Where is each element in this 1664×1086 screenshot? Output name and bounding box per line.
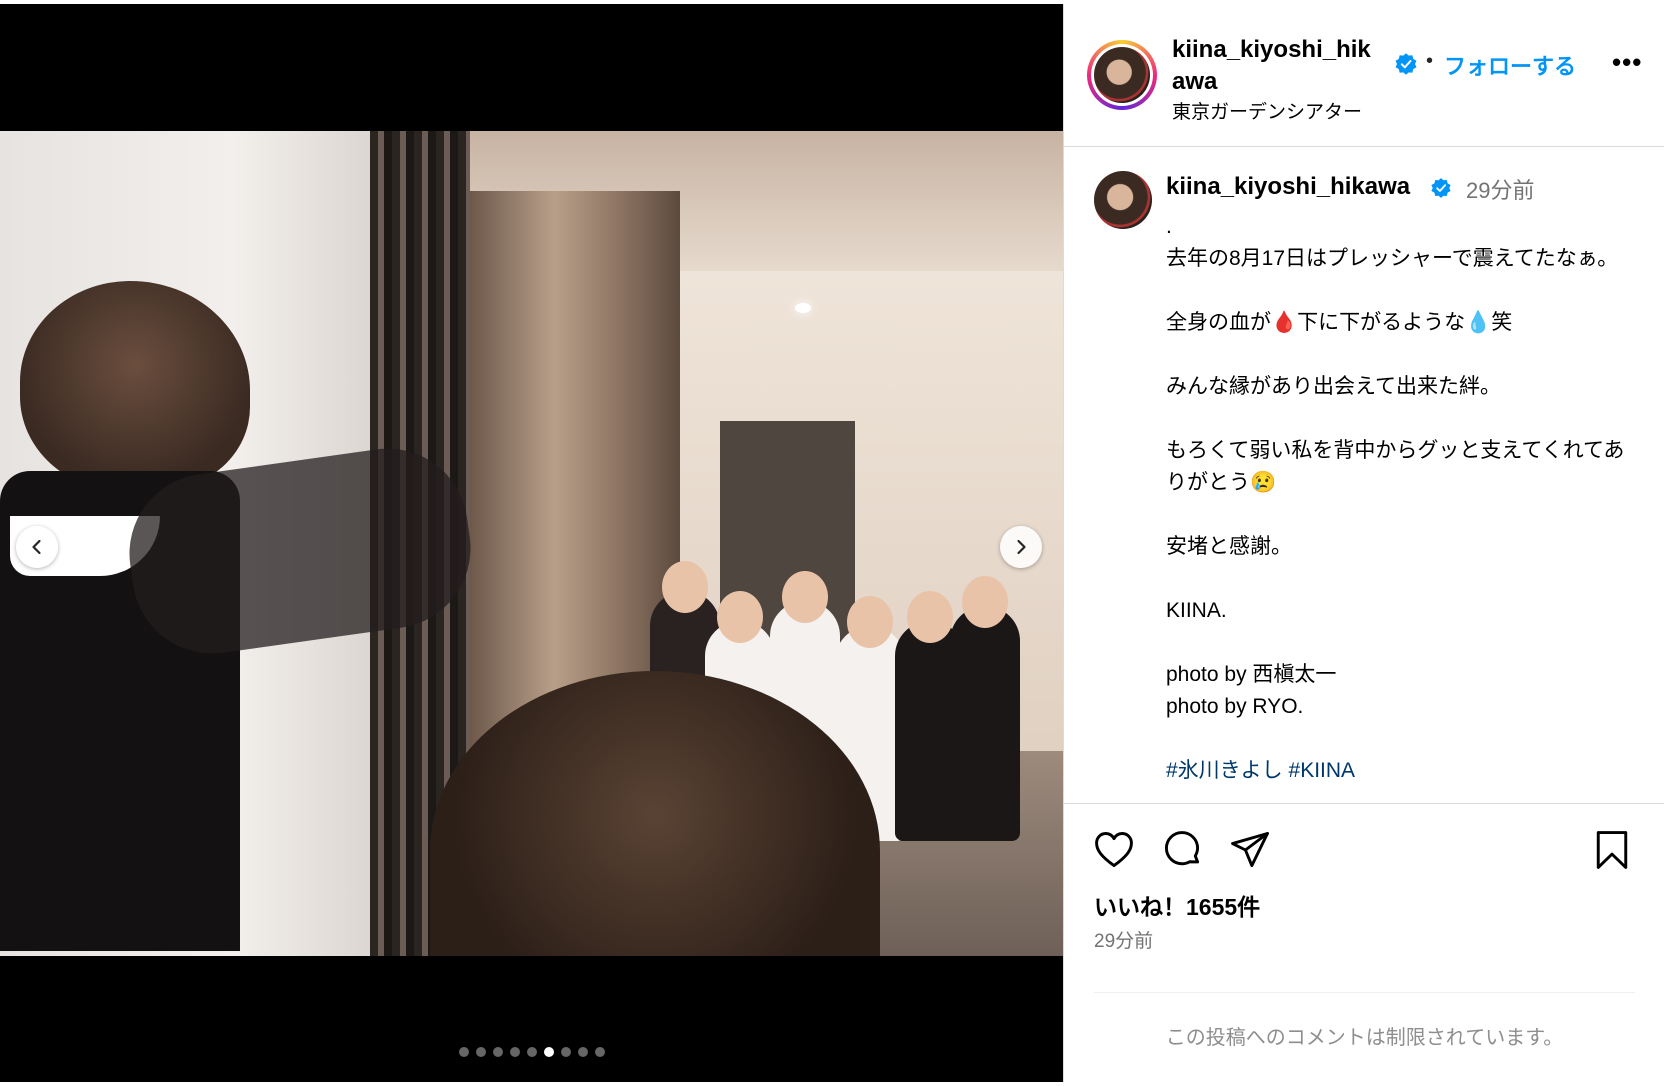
- share-icon[interactable]: [1228, 828, 1272, 872]
- carousel-dot: [475, 1047, 486, 1057]
- carousel-dot: [594, 1047, 605, 1057]
- chevron-left-icon: [32, 539, 41, 555]
- carousel-dot: [509, 1047, 520, 1057]
- caption-line: photo by 西槇太一: [1166, 663, 1337, 686]
- caption-line[interactable]: #氷川きよし #KIINA: [1166, 755, 1636, 787]
- heart-icon[interactable]: [1092, 828, 1136, 872]
- post-header: kiina_kiyoshi_hikawa • フォローする ••• 東京ガーデン…: [1064, 4, 1664, 147]
- caption-line: .: [1166, 215, 1172, 238]
- person-hair: [20, 281, 250, 491]
- carousel-dot: [560, 1047, 571, 1057]
- media-panel: [0, 4, 1063, 1082]
- chevron-right-icon: [1017, 539, 1026, 555]
- caption-line: もろくて弱い私を背中からグッと支えてくれてありがとう😢: [1166, 439, 1625, 494]
- header-separator: •: [1426, 50, 1434, 72]
- avatar: [1094, 47, 1150, 103]
- caption-line: 安堵と感謝。: [1166, 535, 1292, 558]
- caption-line: 去年の8月17日はプレッシャーで震えてたなぁ。: [1166, 247, 1619, 270]
- location-link[interactable]: 東京ガーデンシアター: [1172, 97, 1362, 124]
- caption-timestamp: 29分前: [1466, 178, 1535, 203]
- carousel-dot: [577, 1047, 588, 1057]
- bookmark-icon[interactable]: [1590, 828, 1634, 872]
- post-timestamp: 29分前: [1094, 931, 1154, 952]
- verified-badge-icon: [1395, 53, 1417, 75]
- carousel-indicator: [0, 1047, 1063, 1057]
- carousel-dot: [543, 1047, 554, 1057]
- caption-line: photo by RYO.: [1166, 695, 1304, 718]
- post-actions: いいね！1655件 29分前: [1064, 803, 1664, 1024]
- story-ring-avatar[interactable]: [1087, 40, 1157, 110]
- caption-avatar[interactable]: [1094, 171, 1152, 229]
- carousel-next-button[interactable]: [1000, 526, 1042, 568]
- carousel-dot: [458, 1047, 469, 1057]
- header-username[interactable]: kiina_kiyoshi_hikawa: [1172, 34, 1382, 98]
- caption-line: みんな縁があり出会えて出来た絆。: [1166, 375, 1501, 398]
- like-count[interactable]: いいね！1655件: [1094, 888, 1260, 922]
- comments-restricted-notice: この投稿へのコメントは制限されています。: [1094, 992, 1635, 1050]
- comment-icon[interactable]: [1160, 828, 1204, 872]
- caption-line: KIINA.: [1166, 599, 1227, 622]
- post-photo: [0, 131, 1063, 956]
- carousel-dot: [526, 1047, 537, 1057]
- carousel-prev-button[interactable]: [16, 526, 58, 568]
- more-options-icon[interactable]: •••: [1612, 49, 1642, 75]
- carousel-dot: [492, 1047, 503, 1057]
- post-side-panel: kiina_kiyoshi_hikawa • フォローする ••• 東京ガーデン…: [1063, 4, 1664, 1082]
- caption-text: . 去年の8月17日はプレッシャーで震えてたなぁ。 全身の血が🩸下に下がるような💧…: [1166, 211, 1636, 787]
- caption-username[interactable]: kiina_kiyoshi_hikawa: [1166, 173, 1410, 201]
- caption-line: 全身の血が🩸下に下がるような💧笑: [1166, 311, 1513, 334]
- caption-area: kiina_kiyoshi_hikawa 29分前 . 去年の8月17日はプレッシ…: [1064, 147, 1664, 802]
- follow-button[interactable]: フォローする: [1444, 49, 1576, 81]
- verified-badge-icon: [1431, 178, 1451, 198]
